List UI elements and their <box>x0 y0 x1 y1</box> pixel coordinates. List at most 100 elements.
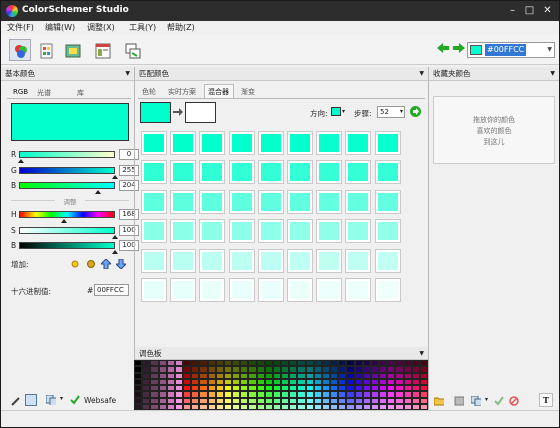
mix-to-swatch[interactable] <box>185 102 216 123</box>
back-arrow-icon[interactable] <box>437 43 449 53</box>
direction-swatch[interactable] <box>331 107 341 116</box>
mixer-swatch[interactable] <box>257 248 284 273</box>
mixer-swatch[interactable] <box>170 189 197 214</box>
mixer-swatch[interactable] <box>316 189 343 214</box>
mixer-swatch[interactable] <box>228 278 255 302</box>
tab-library[interactable]: 库 <box>77 88 84 98</box>
favorites-drop-zone[interactable]: 拖放你的颜色 喜欢的颜色 到这儿 <box>433 96 555 164</box>
eyedropper-icon[interactable] <box>11 396 21 406</box>
mixer-swatch[interactable] <box>199 278 226 302</box>
mixer-swatch[interactable] <box>257 160 284 185</box>
checkmark-icon[interactable] <box>494 396 504 406</box>
hex-combo-value[interactable]: #00FFCC <box>485 44 527 56</box>
mixer-swatch[interactable] <box>228 248 255 273</box>
mixer-swatch[interactable] <box>257 219 284 244</box>
mixer-swatch[interactable] <box>374 219 401 244</box>
h-value-field[interactable]: 168 <box>119 209 139 220</box>
go-arrow-icon[interactable] <box>410 106 421 117</box>
mixer-swatch[interactable] <box>199 248 226 273</box>
r-slider-thumb[interactable] <box>18 159 24 163</box>
arrow-up-icon[interactable] <box>101 259 111 269</box>
g-slider-thumb[interactable] <box>112 175 118 179</box>
folder-icon[interactable] <box>434 396 444 406</box>
mixer-swatch[interactable] <box>345 189 372 214</box>
mixer-swatch[interactable] <box>345 160 372 185</box>
g-value-field[interactable]: 255 <box>119 165 139 176</box>
arrow-down-icon[interactable] <box>116 259 126 269</box>
mixer-swatch[interactable] <box>170 160 197 185</box>
forward-arrow-icon[interactable] <box>453 43 465 53</box>
close-icon[interactable]: ✕ <box>539 3 556 18</box>
mixer-swatch[interactable] <box>287 219 313 244</box>
tab-color-wheel[interactable]: 色轮 <box>142 87 156 97</box>
mixer-swatch[interactable] <box>316 219 343 244</box>
r-value-field[interactable]: 0 <box>119 149 139 160</box>
mixer-swatch[interactable] <box>345 278 372 302</box>
mixer-swatch[interactable] <box>257 189 284 214</box>
mixer-swatch[interactable] <box>287 189 313 214</box>
mixer-swatch[interactable] <box>316 248 343 273</box>
mixer-swatch[interactable] <box>228 160 255 185</box>
b-slider-thumb[interactable] <box>95 190 101 194</box>
mixer-swatch[interactable] <box>257 131 284 155</box>
mixer-swatch[interactable] <box>316 278 343 302</box>
no-entry-icon[interactable] <box>509 396 519 406</box>
chevron-down-icon[interactable]: ▾ <box>60 395 63 402</box>
menu-edit[interactable]: 编辑(W) <box>45 22 75 33</box>
mixer-swatch[interactable] <box>287 248 313 273</box>
pick-screen-tool-button[interactable] <box>121 39 143 61</box>
mixer-swatch[interactable] <box>141 278 167 302</box>
menu-tools[interactable]: 工具(Y) <box>129 22 156 33</box>
mixer-swatch[interactable] <box>316 160 343 185</box>
hex-input[interactable]: 00FFCC <box>94 284 129 296</box>
websafe-label[interactable]: Websafe <box>84 396 116 405</box>
mixer-swatch[interactable] <box>170 278 197 302</box>
copy-icon[interactable] <box>46 395 56 405</box>
tab-live-schemes[interactable]: 实时方案 <box>168 87 196 97</box>
mixer-swatch[interactable] <box>374 278 401 302</box>
mixer-swatch[interactable] <box>257 278 284 302</box>
mixer-swatch[interactable] <box>141 131 167 155</box>
chevron-down-icon[interactable]: ▼ <box>550 67 555 80</box>
mixer-swatch[interactable] <box>170 219 197 244</box>
steps-select[interactable]: 52 ▾ <box>377 106 405 118</box>
maximize-icon[interactable]: □ <box>521 3 538 18</box>
minimize-icon[interactable]: – <box>504 3 521 18</box>
mixer-swatch[interactable] <box>199 131 226 155</box>
mixer-swatch[interactable] <box>287 160 313 185</box>
chevron-down-icon[interactable]: ▼ <box>547 46 552 53</box>
s-slider[interactable] <box>19 227 115 234</box>
chevron-down-icon[interactable]: ▾ <box>485 396 488 403</box>
brightness-value-field[interactable]: 100 <box>119 240 139 251</box>
mixer-swatch[interactable] <box>228 131 255 155</box>
menu-help[interactable]: 帮助(Z) <box>167 22 195 33</box>
mixer-swatch[interactable] <box>141 189 167 214</box>
mixer-swatch[interactable] <box>228 189 255 214</box>
mixer-swatch[interactable] <box>199 189 226 214</box>
g-slider[interactable] <box>19 167 115 174</box>
chevron-down-icon[interactable]: ▼ <box>419 67 424 80</box>
mixer-swatch[interactable] <box>287 278 313 302</box>
mixer-swatch[interactable] <box>228 219 255 244</box>
menu-file[interactable]: 文件(F) <box>7 22 34 33</box>
save-icon[interactable] <box>454 396 464 406</box>
b-slider[interactable] <box>19 182 115 189</box>
mixer-swatch[interactable] <box>170 131 197 155</box>
mixer-swatch[interactable] <box>316 131 343 155</box>
mixer-swatch[interactable] <box>345 248 372 273</box>
sun-bright-icon[interactable] <box>70 259 80 269</box>
mixer-swatch[interactable] <box>287 131 313 155</box>
chevron-down-icon[interactable]: ▾ <box>342 108 345 115</box>
websafe-cube-button[interactable] <box>25 394 37 406</box>
basic-colors-tool-button[interactable] <box>9 39 31 61</box>
text-preview-icon[interactable]: T <box>539 393 553 407</box>
tab-mixer[interactable]: 混合器 <box>204 84 234 98</box>
s-value-field[interactable]: 100 <box>119 225 139 236</box>
mixer-swatch[interactable] <box>345 131 372 155</box>
tab-gradient[interactable]: 渐变 <box>241 87 255 97</box>
menu-adjust[interactable]: 调整(X) <box>87 22 115 33</box>
brightness-slider-thumb[interactable] <box>112 250 118 254</box>
s-slider-thumb[interactable] <box>112 235 118 239</box>
mixer-swatch[interactable] <box>374 160 401 185</box>
mixer-swatch[interactable] <box>345 219 372 244</box>
